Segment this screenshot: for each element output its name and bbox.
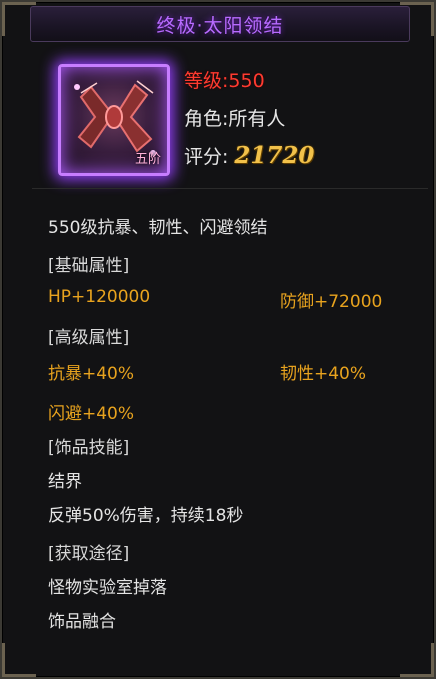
item-header: 五阶 等级:550 角色:所有人 评分: 21720: [12, 46, 428, 186]
item-role: 角色:所有人: [184, 108, 286, 130]
stat-toughness: 韧性+40%: [280, 364, 367, 384]
skill-effect: 反弹50%伤害，持续18秒: [48, 506, 244, 526]
item-tooltip-window: 终极·太阳领结 五阶 等级:550 角色:所有人 评分: 21720 550级抗暴…: [0, 0, 436, 679]
icon-tier-label: 五阶: [134, 152, 161, 167]
item-level: 等级:550: [184, 70, 265, 92]
section-accessory-skill: [饰品技能]: [48, 438, 130, 458]
section-acquisition: [获取途径]: [48, 544, 130, 564]
item-score: 评分: 21720: [184, 142, 314, 169]
source-monster-lab: 怪物实验室掉落: [48, 578, 167, 598]
score-value: 21720: [234, 142, 315, 169]
score-label: 评分:: [184, 146, 229, 168]
item-description: 550级抗暴、韧性、闪避领结: [48, 218, 268, 238]
stat-anti-crit: 抗暴+40%: [48, 364, 135, 384]
frame-corner: [2, 643, 36, 677]
bowtie-item-icon[interactable]: 五阶: [58, 64, 170, 176]
section-advanced-attributes: [高级属性]: [48, 328, 130, 348]
skill-name: 结界: [48, 472, 82, 492]
stat-dodge: 闪避+40%: [48, 404, 135, 424]
item-details: 550级抗暴、韧性、闪避领结 [基础属性] HP+120000 防御+72000…: [32, 188, 428, 664]
stat-hp: HP+120000: [48, 287, 151, 307]
stat-defense: 防御+72000: [280, 292, 383, 312]
title-bar: 终极·太阳领结: [30, 6, 410, 42]
item-title: 终极·太阳领结: [156, 14, 284, 37]
source-accessory-fusion: 饰品融合: [48, 612, 116, 632]
section-basic-attributes: [基础属性]: [48, 256, 130, 276]
